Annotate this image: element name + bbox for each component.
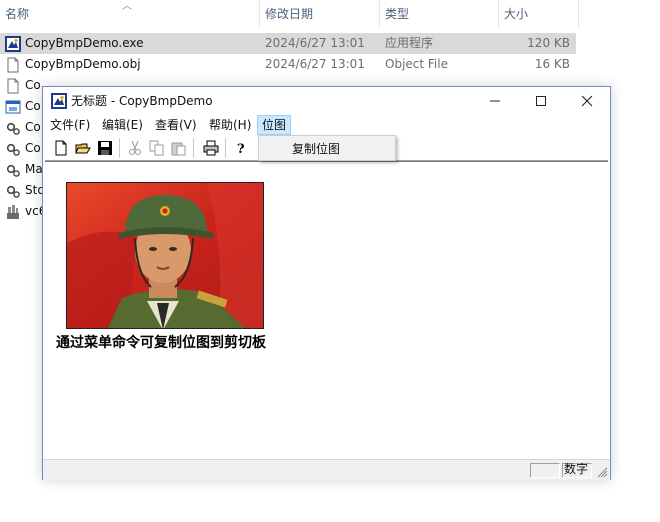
column-name[interactable]: 名称 [0,0,259,28]
file-icon [7,57,19,73]
gear-file-icon [6,164,20,177]
file-size: 120 KB [527,36,570,50]
menu-bitmap[interactable]: 位图 [257,115,292,135]
minimize-button[interactable] [472,87,518,115]
maximize-button[interactable] [518,87,564,115]
cut-icon [129,140,141,155]
copy-button[interactable] [147,138,167,158]
status-bar: 数字 [43,459,610,480]
window-title: 无标题 - CopyBmpDemo [71,94,213,108]
menu-item-copy-bitmap[interactable]: 复制位图 [292,140,340,157]
menu-bar: 文件(F) 编辑(E) 查看(V) 帮助(H) 位图 [43,115,610,135]
cut-button[interactable] [125,138,145,158]
help-button[interactable]: ? [231,138,251,158]
app-icon [5,100,21,114]
minimize-icon [490,100,500,102]
file-size: 16 KB [534,57,570,71]
close-icon [581,95,593,107]
file-name: Co [25,141,41,155]
toolbar-separator [193,138,195,158]
file-row[interactable]: CopyBmpDemo.obj 2024/6/27 13:01 Object Fil… [0,54,576,75]
svg-text:?: ? [237,142,245,156]
status-pane-empty [530,463,560,478]
menu-edit[interactable]: 编辑(E) [98,116,147,134]
help-icon: ? [237,142,245,156]
file-date: 2024/6/27 13:01 [265,57,365,71]
open-button[interactable] [73,138,93,158]
column-divider[interactable] [578,0,579,28]
open-icon [75,143,91,154]
column-type[interactable]: 类型 [380,0,498,28]
document-view[interactable]: 通过菜单命令可复制位图到剪切板 [45,161,608,460]
gear-file-icon [6,122,20,135]
save-button[interactable] [95,138,115,158]
column-size[interactable]: 大小 [499,0,579,28]
workspace-icon [7,205,19,219]
toolbar-separator [225,138,227,158]
print-icon [203,140,219,156]
file-name: Co [25,78,41,92]
menu-view[interactable]: 查看(V) [151,116,201,134]
resize-grip-icon[interactable] [596,466,608,478]
print-button[interactable] [201,138,221,158]
caption-text: 通过菜单命令可复制位图到剪切板 [56,335,266,351]
save-icon [98,141,112,155]
gear-file-icon [6,185,20,198]
soldier-photo [67,183,263,328]
exe-icon [5,36,21,52]
file-row[interactable]: CopyBmpDemo.exe 2024/6/27 13:01 应用程序 120 KB [0,33,576,54]
new-icon [55,140,67,156]
menu-file[interactable]: 文件(F) [46,116,94,134]
bitmap-menu-dropdown: 复制位图 [258,135,396,161]
column-header: ︿ 名称 修改日期 类型 大小 [0,0,580,28]
title-bar[interactable]: 无标题 - CopyBmpDemo [43,87,610,115]
paste-button[interactable] [169,138,189,158]
file-name: CopyBmpDemo.obj [25,57,141,71]
file-name: Ma [25,162,43,176]
status-num-lock: 数字 [564,462,589,476]
gear-file-icon [6,143,20,156]
menu-help[interactable]: 帮助(H) [205,116,255,134]
file-date: 2024/6/27 13:01 [265,36,365,50]
file-name: Co [25,120,41,134]
file-type: 应用程序 [385,36,434,50]
new-button[interactable] [51,138,71,158]
app-window: 无标题 - CopyBmpDemo 文件(F) 编辑(E) 查看(V) 帮助(H… [42,86,611,480]
file-name: CopyBmpDemo.exe [25,36,144,50]
file-icon [7,78,19,94]
toolbar-separator [119,138,121,158]
close-button[interactable] [564,87,610,115]
maximize-icon [536,96,546,106]
bitmap-image [66,182,264,329]
file-name: Co [25,99,41,113]
file-type: Object File [385,57,448,71]
paste-icon [171,142,186,156]
column-modified[interactable]: 修改日期 [260,0,379,28]
copy-icon [149,140,164,156]
app-icon [51,93,67,109]
